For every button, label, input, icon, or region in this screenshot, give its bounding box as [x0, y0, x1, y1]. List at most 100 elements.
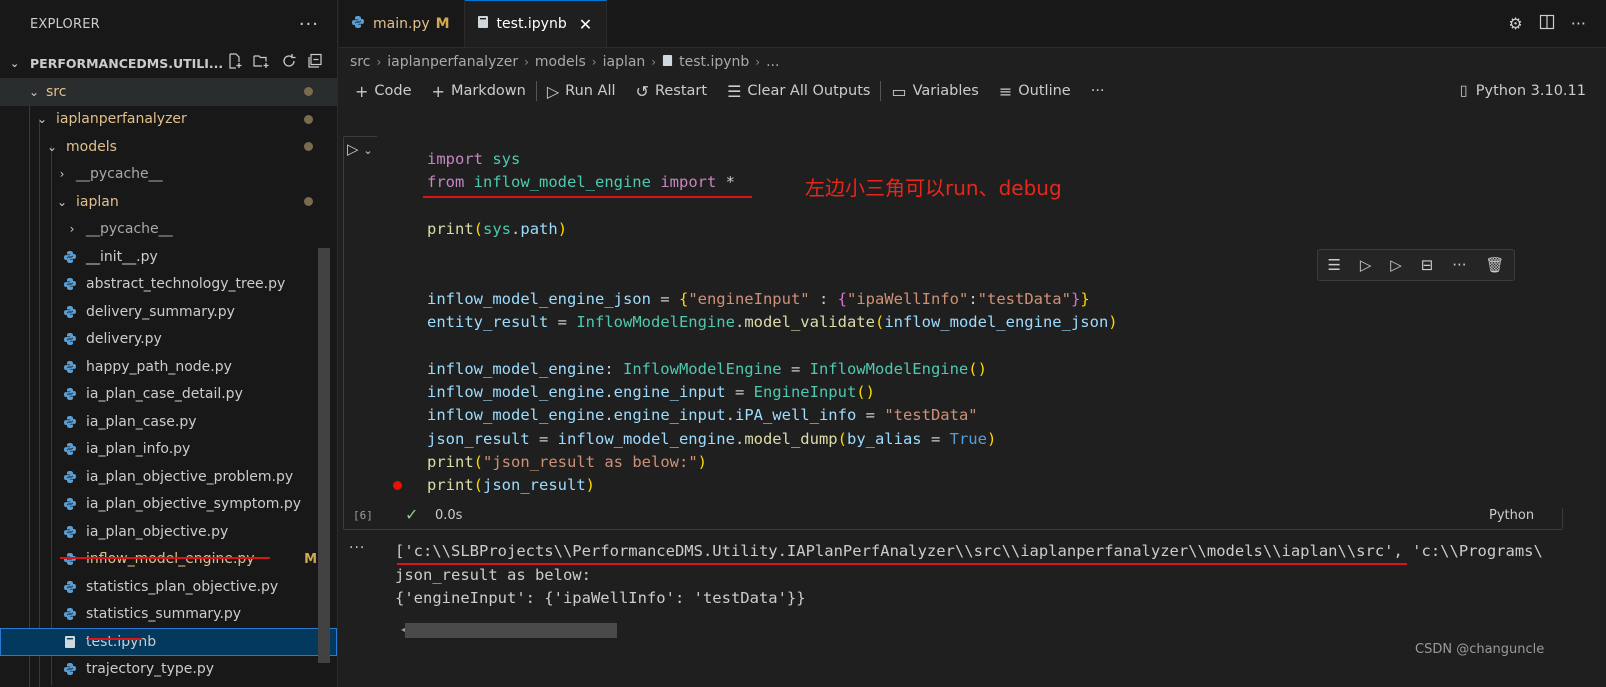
- watermark: CSDN @changuncle: [1415, 642, 1545, 657]
- add-code-button[interactable]: + Code: [345, 82, 422, 101]
- tree-item-label: ia_plan_case.py: [86, 413, 197, 430]
- tree-file[interactable]: ia_plan_case.py: [0, 408, 337, 436]
- tree-file-selected[interactable]: test.ipynb: [0, 628, 337, 656]
- python-file-icon: [62, 304, 78, 320]
- explorer-sidebar: EXPLORER ··· ⌄ PERFORMANCEDMS.UTILI... ⌄…: [0, 0, 338, 687]
- more-actions-icon[interactable]: ···: [1571, 14, 1586, 33]
- python-file-icon: [62, 606, 78, 622]
- tree-item-label: __pycache__: [76, 166, 163, 183]
- run-all-label: Run All: [565, 83, 616, 99]
- new-file-icon[interactable]: [227, 53, 243, 73]
- output-more-icon[interactable]: ···: [349, 540, 365, 556]
- tree-file[interactable]: statistics_summary.py: [0, 601, 337, 629]
- tree-file[interactable]: ia_plan_case_detail.py: [0, 381, 337, 409]
- tree-folder-pycache-2[interactable]: › __pycache__: [0, 216, 337, 244]
- tree-file[interactable]: statistics_plan_objective.py: [0, 573, 337, 601]
- python-file-icon: [62, 441, 78, 457]
- kernel-picker[interactable]: ▯ Python 3.10.11: [1460, 83, 1586, 99]
- add-markdown-button[interactable]: + Markdown: [422, 82, 536, 101]
- breakpoint-icon[interactable]: [393, 481, 402, 490]
- kernel-label: Python 3.10.11: [1475, 83, 1586, 99]
- notebook-file-icon: [62, 634, 78, 650]
- tab-main-py[interactable]: main.py M: [339, 0, 465, 47]
- breadcrumb-item[interactable]: test.ipynb: [679, 54, 749, 70]
- run-below-icon[interactable]: ▷: [1390, 256, 1402, 274]
- cell-language[interactable]: Python: [1489, 508, 1534, 523]
- tree-folder-pycache[interactable]: › __pycache__: [0, 161, 337, 189]
- run-all-button[interactable]: ▷ Run All: [537, 82, 626, 101]
- variables-label: Variables: [912, 83, 979, 99]
- outline-button[interactable]: ≡ Outline: [989, 82, 1081, 101]
- kernel-icon: ▯: [1459, 83, 1468, 99]
- tree-folder-iaplan[interactable]: ⌄ iaplan: [0, 188, 337, 216]
- annotation-underline: [397, 563, 1407, 565]
- tab-label: main.py: [373, 15, 430, 32]
- tree-file-modified[interactable]: inflow_model_engine.py M: [0, 546, 337, 574]
- tree-file[interactable]: abstract_technology_tree.py: [0, 271, 337, 299]
- restart-button[interactable]: ↺ Restart: [626, 82, 718, 101]
- split-editor-icon[interactable]: [1539, 14, 1555, 34]
- breadcrumb-item[interactable]: src: [350, 54, 370, 70]
- tree-item-label: iaplan: [76, 193, 119, 210]
- new-folder-icon[interactable]: [253, 53, 271, 73]
- tree-folder-models[interactable]: ⌄ models: [0, 133, 337, 161]
- explorer-more-icon[interactable]: ···: [299, 14, 319, 35]
- run-above-icon[interactable]: ▷: [1360, 256, 1372, 274]
- tree-file[interactable]: delivery_summary.py: [0, 298, 337, 326]
- python-file-icon: [62, 249, 78, 265]
- python-file-icon: [62, 496, 78, 512]
- split-cell-icon[interactable]: ⊟: [1421, 256, 1434, 274]
- toolbar-more-button[interactable]: ···: [1081, 83, 1115, 99]
- chevron-down-icon: ⌄: [36, 112, 48, 127]
- refresh-icon[interactable]: [281, 53, 297, 73]
- restart-icon: ↺: [635, 81, 649, 101]
- tree-folder-src[interactable]: ⌄ src: [0, 78, 337, 106]
- output-text: ['c:\\SLBProjects\\PerformanceDMS.Utilit…: [395, 540, 1605, 611]
- tree-file[interactable]: happy_path_node.py: [0, 353, 337, 381]
- python-file-icon: [62, 331, 78, 347]
- scrollbar-thumb[interactable]: [405, 623, 617, 638]
- run-by-line-icon[interactable]: ☰: [1327, 256, 1340, 274]
- add-code-label: Code: [374, 83, 412, 99]
- output-horizontal-scrollbar[interactable]: ◀: [395, 622, 1605, 638]
- tree-file[interactable]: ia_plan_info.py: [0, 436, 337, 464]
- breadcrumb-item[interactable]: iaplanperfanalyzer: [387, 54, 518, 70]
- clear-outputs-button[interactable]: ☰ Clear All Outputs: [717, 82, 880, 101]
- editor-area: main.py M test.ipynb ✕ ⚙ ··· src › iaplan…: [339, 0, 1606, 687]
- python-file-icon: [62, 386, 78, 402]
- breadcrumb: src › iaplanperfanalyzer › models › iaplan ›…: [350, 54, 780, 70]
- tree-file[interactable]: ia_plan_objective.py: [0, 518, 337, 546]
- gear-icon[interactable]: ⚙: [1508, 14, 1522, 33]
- code-cell[interactable]: ▷ ⌄ import sys from inflow_model_engine …: [339, 136, 1606, 530]
- tree-file[interactable]: ia_plan_objective_problem.py: [0, 463, 337, 491]
- tree-folder-iaplanperfanalyzer[interactable]: ⌄ iaplanperfanalyzer: [0, 106, 337, 134]
- chevron-right-icon: ›: [59, 167, 65, 182]
- modified-badge: M: [435, 15, 450, 32]
- sidebar-scrollbar[interactable]: [318, 248, 330, 663]
- tree-file[interactable]: trajectory_type.py: [0, 656, 337, 684]
- tree-file[interactable]: __init__.py: [0, 243, 337, 271]
- tree-file[interactable]: delivery.py: [0, 326, 337, 354]
- run-cell-icon[interactable]: ▷ ⌄: [347, 140, 373, 158]
- breadcrumb-item[interactable]: iaplan: [603, 54, 646, 70]
- close-icon[interactable]: ✕: [579, 15, 592, 34]
- collapse-all-icon[interactable]: [307, 53, 323, 73]
- tree-file[interactable]: ia_plan_objective_symptom.py: [0, 491, 337, 519]
- tree-item-label: trajectory_type.py: [86, 661, 215, 678]
- delete-cell-icon[interactable]: 🗑: [1485, 256, 1504, 274]
- chevron-down-icon: ⌄: [10, 56, 20, 70]
- variables-button[interactable]: ▭ Variables: [881, 82, 988, 101]
- vscode-window: EXPLORER ··· ⌄ PERFORMANCEDMS.UTILI... ⌄…: [0, 0, 1606, 687]
- breadcrumb-item[interactable]: models: [535, 54, 586, 70]
- breadcrumb-item[interactable]: ...: [766, 54, 779, 70]
- tree-item-label: inflow_model_engine.py: [86, 551, 255, 568]
- tree-item-label: abstract_technology_tree.py: [86, 276, 286, 293]
- annotation-underline: [60, 557, 270, 559]
- variables-icon: ▭: [891, 81, 907, 101]
- cell-more-icon[interactable]: ···: [1452, 256, 1466, 274]
- notebook-toolbar: + Code + Markdown ▷ Run All ↺ Restart ☰ Clear…: [339, 76, 1606, 106]
- tab-test-ipynb[interactable]: test.ipynb ✕: [464, 0, 608, 47]
- annotation-underline: [423, 196, 752, 198]
- check-icon: ✓: [405, 505, 419, 524]
- workspace-root[interactable]: ⌄ PERFORMANCEDMS.UTILI...: [0, 48, 337, 78]
